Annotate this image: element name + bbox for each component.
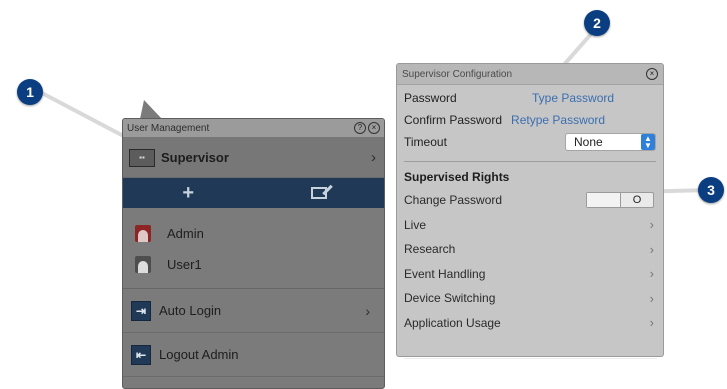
chevron-right-icon: › [649,266,654,282]
timeout-select[interactable]: None ▲ ▼ [565,133,656,151]
timeout-label: Timeout [404,135,447,149]
right-label: Device Switching [404,291,496,306]
user-management-panel: User Management ? × ▪▪ Supervisor › + Ad… [122,118,385,389]
chevron-updown-icon: ▲ ▼ [641,134,655,150]
list-item[interactable]: Admin [135,218,384,249]
right-row-event-handling[interactable]: Event Handling › [397,262,663,287]
chevron-right-icon: › [371,149,376,166]
supervisor-configuration-panel: Supervisor Configuration × Password Type… [396,63,664,357]
divider [404,161,656,162]
chevron-right-icon: › [649,290,654,306]
role-selector[interactable]: ▪▪ Supervisor › [123,138,384,178]
right-label: Live [404,217,427,232]
user-name: Admin [167,226,204,241]
close-icon[interactable]: × [646,68,658,80]
password-label: Password [404,91,457,105]
right-label: Application Usage [404,315,501,330]
option-label: Logout Admin [159,347,239,362]
right-row-device-switching[interactable]: Device Switching › [397,286,663,311]
admin-avatar-icon [135,225,151,242]
id-card-icon: ▪▪ [129,148,155,167]
auto-login-option[interactable]: ⇥ Auto Login › [123,289,384,333]
change-password-row: Change Password O [397,188,663,213]
password-row: Password Type Password [397,87,663,109]
callout-badge-1: 1 [17,79,43,105]
user-toolbar: + [123,178,384,208]
list-item[interactable]: User1 [135,249,384,280]
chevron-right-icon: › [649,241,654,257]
user-name: User1 [167,257,202,272]
right-label: Event Handling [404,266,486,281]
toggle-off-segment [587,193,621,208]
close-icon[interactable]: × [368,122,380,134]
change-password-toggle[interactable]: O [586,192,654,209]
confirm-password-field[interactable]: Retype Password [511,113,605,127]
supervisor-configuration-titlebar: Supervisor Configuration × [397,64,663,85]
user-avatar-icon [135,256,151,273]
panel-bottom-edge [404,358,657,389]
edit-icon[interactable] [310,187,327,199]
password-field[interactable]: Type Password [532,91,614,105]
callout-badge-3: 3 [698,177,724,203]
confirm-password-label: Confirm Password [404,113,503,127]
confirm-password-row: Confirm Password Retype Password [397,109,663,131]
right-label: Research [404,242,456,257]
right-row-research[interactable]: Research › [397,237,663,262]
right-label: Change Password [404,193,503,208]
toggle-value: O [632,194,642,207]
chevron-right-icon: › [649,217,654,233]
login-icon: ⇥ [131,300,151,321]
supervisor-configuration-title: Supervisor Configuration [402,68,513,80]
role-name: Supervisor [161,150,229,165]
callout-badge-2: 2 [584,10,610,36]
chevron-right-icon: › [365,302,370,319]
logout-option[interactable]: ⇤ Logout Admin [123,333,384,377]
chevron-right-icon: › [649,315,654,331]
help-icon[interactable]: ? [354,122,366,134]
timeout-row: Timeout None ▲ ▼ [397,131,663,153]
user-list: Admin User1 [123,208,384,280]
popover-notch [140,100,162,119]
timeout-value: None [574,135,603,149]
add-user-button[interactable]: + [168,182,208,205]
section-title: Supervised Rights [404,170,510,184]
option-label: Auto Login [159,303,222,318]
logout-icon: ⇤ [131,344,151,365]
right-row-application-usage[interactable]: Application Usage › [397,311,663,336]
user-management-title: User Management [127,122,210,134]
right-row-live[interactable]: Live › [397,213,663,238]
user-management-titlebar: User Management ? × [123,119,384,138]
